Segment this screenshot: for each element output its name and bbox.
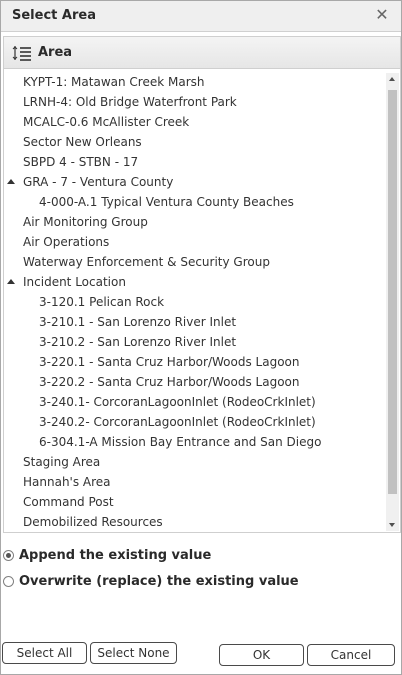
tree-item[interactable]: KYPT-1: Matawan Creek Marsh xyxy=(4,72,384,92)
select-none-button[interactable]: Select None xyxy=(90,642,177,664)
tree-item[interactable]: 4-000-A.1 Typical Ventura County Beaches xyxy=(4,192,384,212)
tree-item-label: Air Operations xyxy=(23,235,110,249)
tree-item[interactable]: MCALC-0.6 McAllister Creek xyxy=(4,112,384,132)
overwrite-label: Overwrite (replace) the existing value xyxy=(19,574,299,589)
expand-caret-icon[interactable] xyxy=(7,279,15,284)
tree-item-label: GRA - 7 - Ventura County xyxy=(23,175,174,189)
tree-item-label: 3-240.2- CorcoranLagoonInlet (RodeoCrkIn… xyxy=(39,415,316,429)
dialog-titlebar: Select Area ✕ xyxy=(1,1,401,32)
tree-item-label: 3-220.1 - Santa Cruz Harbor/Woods Lagoon xyxy=(39,355,300,369)
vertical-scrollbar[interactable] xyxy=(386,73,399,531)
tree-item[interactable]: 3-120.1 Pelican Rock xyxy=(4,292,384,312)
tree-item[interactable]: 3-240.1- CorcoranLagoonInlet (RodeoCrkIn… xyxy=(4,392,384,412)
tree-item[interactable]: 3-220.2 - Santa Cruz Harbor/Woods Lagoon xyxy=(4,372,384,392)
tree-item-label: Air Monitoring Group xyxy=(23,215,148,229)
tree-item-label: 3-220.2 - Santa Cruz Harbor/Woods Lagoon xyxy=(39,375,300,389)
tree-item[interactable]: 3-210.1 - San Lorenzo River Inlet xyxy=(4,312,384,332)
scroll-up-icon[interactable] xyxy=(386,73,399,85)
tree-item-label: 3-210.2 - San Lorenzo River Inlet xyxy=(39,335,237,349)
tree-item-label: Hannah's Area xyxy=(23,475,111,489)
tree-item[interactable]: 3-240.2- CorcoranLagoonInlet (RodeoCrkIn… xyxy=(4,412,384,432)
area-tree-list: KYPT-1: Matawan Creek Marsh LRNH-4: Old B… xyxy=(4,72,384,532)
overwrite-radio[interactable] xyxy=(3,576,14,587)
tree-item-label: Command Post xyxy=(23,495,114,509)
tree-item[interactable]: LRNH-4: Old Bridge Waterfront Park xyxy=(4,92,384,112)
tree-item[interactable]: GRA - 7 - Ventura County xyxy=(4,172,384,192)
tree-item[interactable]: 6-304.1-A Mission Bay Entrance and San D… xyxy=(4,432,384,452)
area-panel: Area KYPT-1: Matawan Creek Marsh LRNH-4: … xyxy=(3,36,401,533)
expand-caret-icon[interactable] xyxy=(7,179,15,184)
tree-item[interactable]: Sector New Orleans xyxy=(4,132,384,152)
tree-item[interactable]: 3-210.2 - San Lorenzo River Inlet xyxy=(4,332,384,352)
tree-item[interactable]: Staging Area xyxy=(4,452,384,472)
indent-list-icon xyxy=(12,46,31,61)
tree-item[interactable]: Demobilized Resources xyxy=(4,512,384,532)
area-header-label: Area xyxy=(38,45,73,60)
scrollbar-thumb[interactable] xyxy=(388,90,397,494)
tree-item[interactable]: 3-220.1 - Santa Cruz Harbor/Woods Lagoon xyxy=(4,352,384,372)
scroll-down-icon[interactable] xyxy=(386,519,399,531)
tree-item-label: 6-304.1-A Mission Bay Entrance and San D… xyxy=(39,435,322,449)
close-icon[interactable]: ✕ xyxy=(373,6,391,24)
append-radio[interactable] xyxy=(3,550,14,561)
tree-item[interactable]: Waterway Enforcement & Security Group xyxy=(4,252,384,272)
tree-item[interactable]: Hannah's Area xyxy=(4,472,384,492)
tree-item[interactable]: Air Monitoring Group xyxy=(4,212,384,232)
ok-button[interactable]: OK xyxy=(219,644,304,666)
dialog-title: Select Area xyxy=(12,8,96,23)
append-label: Append the existing value xyxy=(19,548,212,563)
tree-item-label: 3-210.1 - San Lorenzo River Inlet xyxy=(39,315,237,329)
tree-item-label: Waterway Enforcement & Security Group xyxy=(23,255,270,269)
tree-item-label: MCALC-0.6 McAllister Creek xyxy=(23,115,190,129)
tree-item[interactable]: Air Operations xyxy=(4,232,384,252)
tree-item-label: Sector New Orleans xyxy=(23,135,142,149)
tree-item-label: Staging Area xyxy=(23,455,101,469)
tree-item-label: Demobilized Resources xyxy=(23,515,163,529)
area-panel-header: Area xyxy=(4,37,400,69)
tree-item-label: SBPD 4 - STBN - 17 xyxy=(23,155,139,169)
tree-item-label: LRNH-4: Old Bridge Waterfront Park xyxy=(23,95,237,109)
tree-item-label: KYPT-1: Matawan Creek Marsh xyxy=(23,75,205,89)
select-all-button[interactable]: Select All xyxy=(2,642,87,664)
tree-item[interactable]: Command Post xyxy=(4,492,384,512)
tree-item[interactable]: SBPD 4 - STBN - 17 xyxy=(4,152,384,172)
tree-item-label: 3-240.1- CorcoranLagoonInlet (RodeoCrkIn… xyxy=(39,395,316,409)
tree-item-label: 4-000-A.1 Typical Ventura County Beaches xyxy=(39,195,294,209)
cancel-button[interactable]: Cancel xyxy=(307,644,395,666)
select-area-dialog: Select Area ✕ Area KYPT-1: Matawan Creek… xyxy=(0,0,402,675)
tree-item[interactable]: Incident Location xyxy=(4,272,384,292)
tree-item-label: Incident Location xyxy=(23,275,126,289)
tree-item-label: 3-120.1 Pelican Rock xyxy=(39,295,165,309)
